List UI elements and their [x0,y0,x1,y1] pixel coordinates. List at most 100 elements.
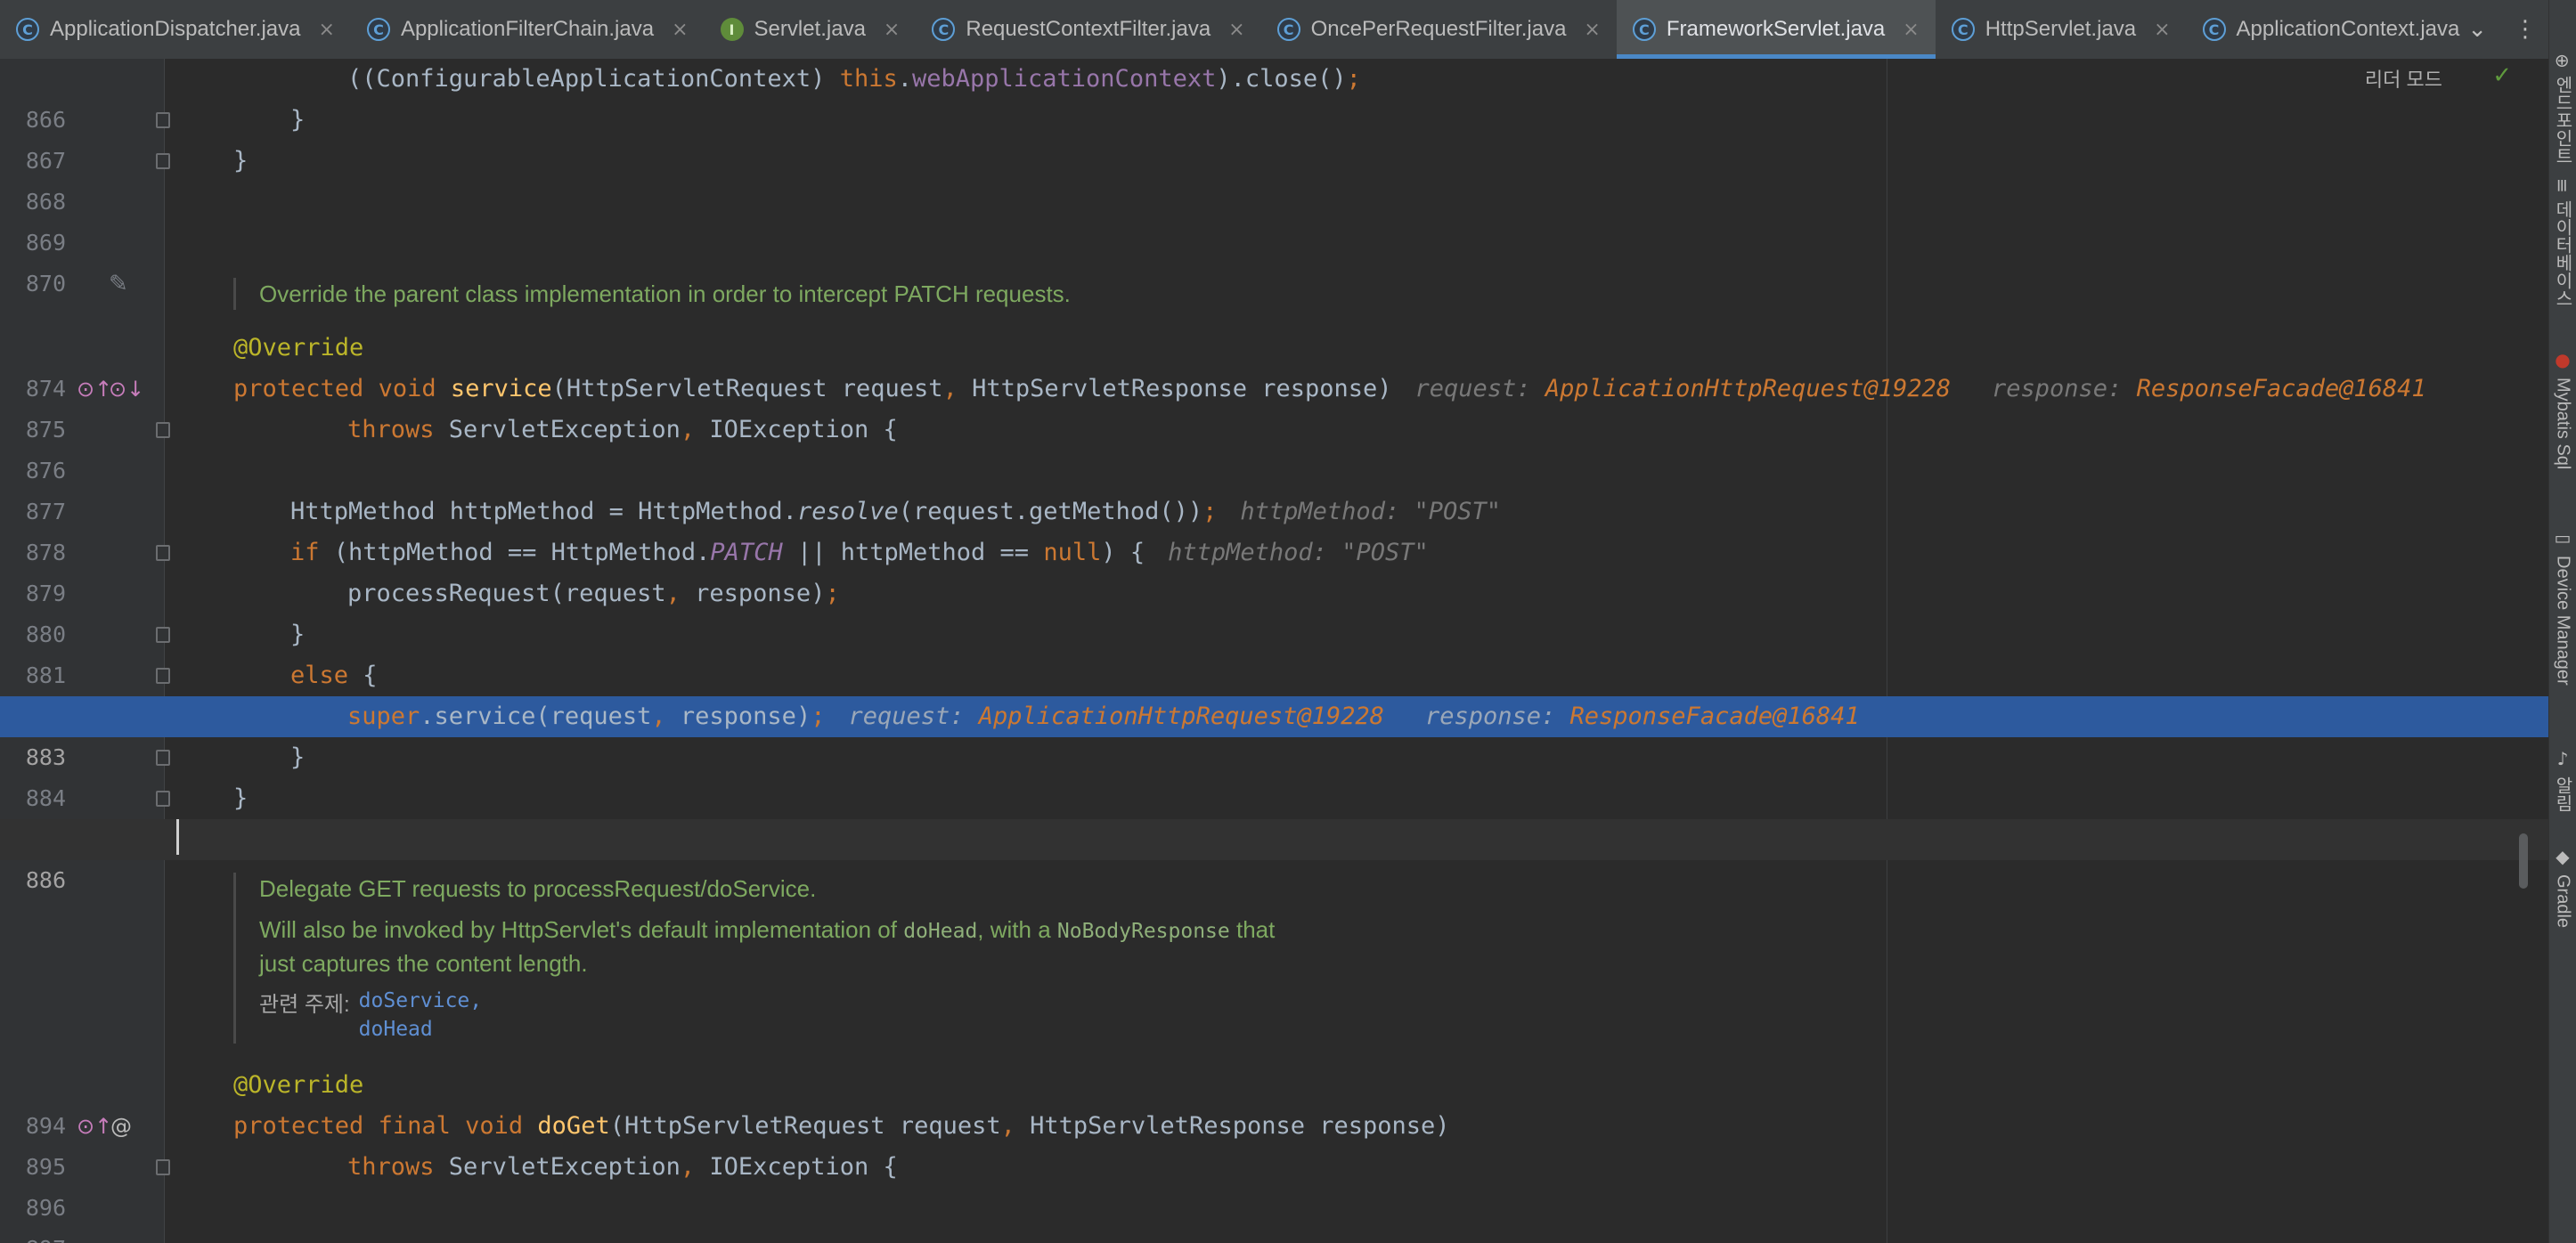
doc-text: Will also be invoked by HttpServlet's de… [259,916,1276,943]
tool-window-endpoints[interactable]: ⊕ 엔드포인트 [2549,53,2576,165]
code-line: 879 if (httpMethod == HttpMethod.PATCH |… [0,532,2549,606]
tool-window-device-manager[interactable]: ▭ Device Manager [2549,527,2576,686]
tab-http-servlet[interactable]: C HttpServlet.java × [1936,0,2187,59]
fold-marker-icon[interactable] [156,791,170,807]
close-icon[interactable]: × [1903,19,1919,41]
code-line: 877 [0,451,2549,524]
code-line: 894 @Override [0,1065,2549,1139]
doc-text: Override the parent class implementation… [259,280,1071,307]
code-line: 895 ⊙↑ @ protected final void doGet(Http… [0,1106,2549,1180]
line-number: 897 [0,1229,66,1243]
code-text: processRequest(request, response); [347,580,840,607]
tab-request-context-filter[interactable]: C RequestContextFilter.java × [916,0,1260,59]
code-text: } [290,106,306,134]
code-line: 881 } [0,614,2549,688]
code-line: 868 } [0,141,2549,215]
class-icon: C [932,18,956,41]
tool-label: Device Manager [2553,556,2573,686]
tool-label: 엔드포인트 [2552,75,2572,165]
tab-application-context[interactable]: C ApplicationContext.java × [2187,0,2510,59]
code-text: } [233,784,249,812]
edit-doc-pencil-icon[interactable]: ✎ [109,271,128,297]
code-text: } [290,621,306,648]
database-icon: ≡ [2552,178,2573,193]
overrides-method-icon[interactable]: ⊙↑ [77,369,112,410]
doc-link-dohead[interactable]: doHead [359,1015,482,1044]
tool-label: Mybatis Sql [2553,378,2573,470]
request-mapping-icon[interactable]: @ [110,1106,132,1147]
chevron-down-icon[interactable]: ⌄ [2467,16,2487,43]
tab-label: HttpServlet.java [1985,17,2137,41]
code-text: protected void service(HttpServletReques… [233,375,2426,402]
tool-label: Gradle [2553,874,2573,929]
tab-framework-servlet[interactable]: C FrameworkServlet.java × [1616,0,1936,59]
tool-label: 데이터베이스 [2552,199,2572,307]
fold-marker-icon[interactable] [156,112,170,128]
close-icon[interactable]: × [1584,19,1600,41]
more-vertical-icon[interactable]: ⋮ [2514,16,2537,43]
code-line: 874 @Override [0,328,2549,402]
endpoints-icon: ⊕ [2552,53,2573,69]
related-label: 관련 주제: [259,993,350,1017]
fold-marker-icon[interactable] [156,668,170,684]
code-line: 875 ⊙↑ ⊙↓ protected void service(HttpSer… [0,369,2549,443]
close-icon[interactable]: × [1228,19,1244,41]
code-line: 896 throws ServletException, IOException… [0,1147,2549,1221]
tab-label: Servlet.java [754,17,866,41]
code-text: @Override [233,1071,364,1099]
doc-related-topics: 관련 주제: doService, doHead [259,987,1275,1044]
tab-tools: ⌄ ⋮ [2467,0,2549,59]
code-line: 897 [0,1188,2549,1243]
editor-tab-bar: C ApplicationDispatcher.java × C Applica… [0,0,2549,60]
code-line: 867 } [0,100,2549,174]
code-line: 870 [0,223,2549,297]
text-caret [176,819,179,855]
fold-marker-icon[interactable] [156,750,170,766]
tool-window-database[interactable]: ≡ 데이터베이스 [2549,178,2576,307]
code-text: throws ServletException, IOException { [347,1153,898,1181]
code-text: if (httpMethod == HttpMethod.PATCH || ht… [290,539,1429,566]
code-line: 882 else { [0,655,2549,729]
bell-icon: ♪ [2552,748,2573,769]
code-editor[interactable]: 리더 모드 ✓ 866 ((ConfigurableApplicationCon… [0,59,2549,1243]
class-icon: C [2202,18,2226,41]
tool-window-gradle[interactable]: ◆ Gradle [2549,846,2576,928]
code-line: 869 [0,182,2549,256]
tool-window-mybatis-sql[interactable]: ● Mybatis Sql [2549,349,2576,469]
doc-text: Delegate GET requests to processRequest/… [259,875,817,902]
current-execution-line: 883 super.service(request, response); req… [0,696,2549,770]
tab-application-dispatcher[interactable]: C ApplicationDispatcher.java × [0,0,351,59]
fold-marker-icon[interactable] [156,153,170,169]
close-icon[interactable]: × [672,19,688,41]
tab-servlet[interactable]: I Servlet.java × [705,0,917,59]
code-text: ((ConfigurableApplicationContext) this.w… [347,65,1361,93]
tab-once-per-request-filter[interactable]: C OncePerRequestFilter.java × [1261,0,1617,59]
fold-marker-icon[interactable] [156,1159,170,1175]
code-text: } [233,147,249,175]
class-icon: C [1276,18,1300,41]
tool-window-notifications[interactable]: ♪ 알림 [2549,748,2576,812]
code-text: super.service(request, response); request… [347,703,1860,730]
code-text: HttpMethod httpMethod = HttpMethod.resol… [290,498,1502,525]
code-line: 880 processRequest(request, response); [0,573,2549,647]
code-text: @Override [233,334,364,362]
doc-link-doservice[interactable]: doService, [359,987,482,1015]
fold-marker-icon[interactable] [156,422,170,438]
code-text: throws ServletException, IOException { [347,416,898,443]
vertical-scrollbar-thumb[interactable] [2519,833,2528,889]
close-icon[interactable]: × [2154,19,2170,41]
doc-comment: Delegate GET requests to processRequest/… [233,873,1275,1044]
code-text: } [290,743,306,771]
code-text: protected final void doGet(HttpServletRe… [233,1112,1450,1140]
overridden-method-icon[interactable]: ⊙↓ [109,369,144,410]
overrides-method-icon[interactable]: ⊙↑ [77,1106,112,1147]
close-icon[interactable]: × [884,19,900,41]
close-icon[interactable]: × [319,19,335,41]
fold-marker-icon[interactable] [156,627,170,643]
class-icon: C [366,18,390,41]
line-number: 886 [25,867,66,893]
code-line: 885 } [0,778,2549,852]
tab-application-filter-chain[interactable]: C ApplicationFilterChain.java × [351,0,705,59]
fold-marker-icon[interactable] [156,545,170,561]
tab-label: RequestContextFilter.java [966,17,1211,41]
